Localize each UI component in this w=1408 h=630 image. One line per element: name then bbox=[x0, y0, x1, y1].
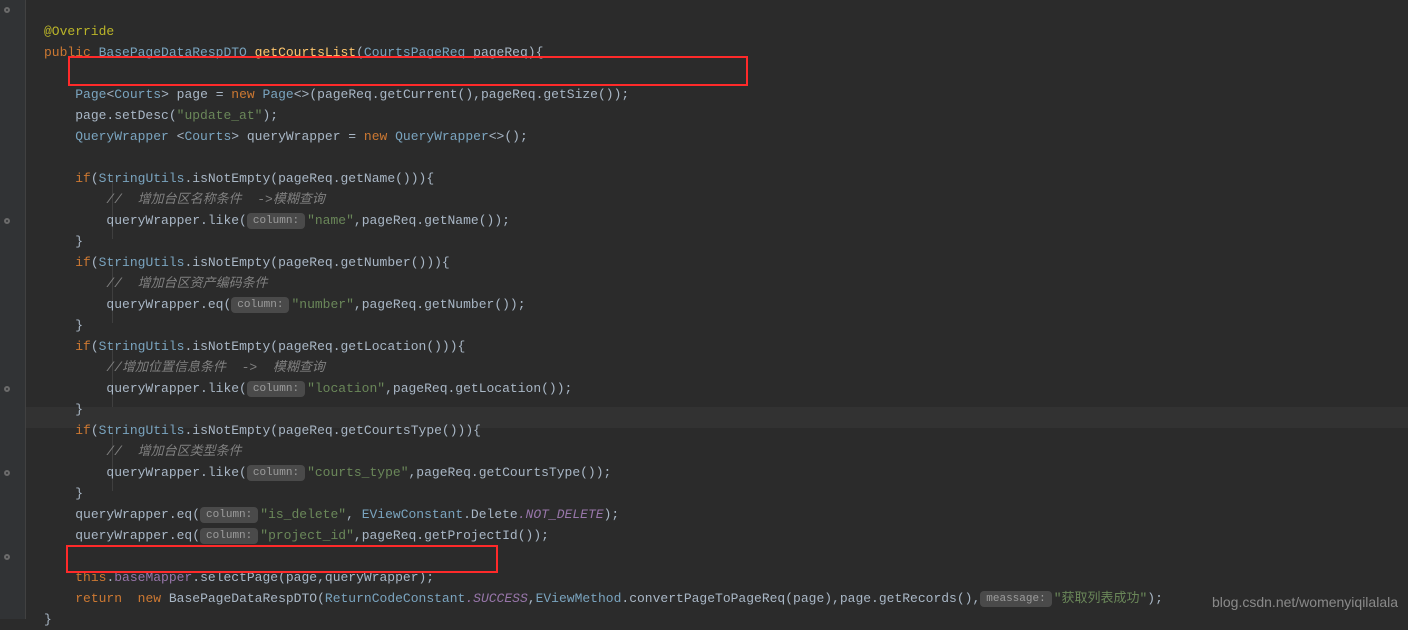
kw-new: new bbox=[231, 87, 254, 102]
watermark-text: blog.csdn.net/womenyiqilalala bbox=[1212, 592, 1398, 613]
var-qw: queryWrapper bbox=[247, 129, 341, 144]
cond-name: (pageReq.getName())){ bbox=[270, 171, 434, 186]
param-hint-column: column: bbox=[200, 528, 258, 544]
param-hint-column: column: bbox=[247, 213, 305, 229]
param-hint-column: column: bbox=[247, 465, 305, 481]
param-name: pageReq bbox=[473, 45, 528, 60]
brace-open: { bbox=[536, 45, 544, 60]
type-querywrapper: QueryWrapper bbox=[75, 129, 169, 144]
param-hint-column: column: bbox=[231, 297, 289, 313]
cond-courtstype: (pageReq.getCourtsType())){ bbox=[270, 423, 481, 438]
param-hint-column: column: bbox=[200, 507, 258, 523]
comment-name: // 增加台区名称条件 ->模糊查询 bbox=[106, 192, 324, 207]
str-number: "number" bbox=[291, 297, 353, 312]
kw-if: if bbox=[75, 171, 91, 186]
var-page: page bbox=[177, 87, 208, 102]
str-location: "location" bbox=[307, 381, 385, 396]
type-eviewmethod: EViewMethod bbox=[536, 591, 622, 606]
like-ctype-args: ,pageReq.getCourtsType()); bbox=[409, 465, 612, 480]
kw-this: this bbox=[75, 570, 106, 585]
method-close-brace: } bbox=[44, 612, 52, 627]
editor-gutter bbox=[0, 0, 26, 619]
str-courtstype: "courts_type" bbox=[307, 465, 408, 480]
like-location-args: ,pageReq.getLocation()); bbox=[385, 381, 572, 396]
kw-public: public bbox=[44, 45, 91, 60]
str-isdelete: "is_delete" bbox=[260, 507, 346, 522]
const-notdelete: .NOT_DELETE bbox=[518, 507, 604, 522]
kw-return: return bbox=[75, 591, 122, 606]
selectpage-call: .selectPage(page,queryWrapper); bbox=[192, 570, 434, 585]
type-eviewconstant: EViewConstant bbox=[362, 507, 463, 522]
type-page: Page bbox=[75, 87, 106, 102]
type-courts: Courts bbox=[114, 87, 161, 102]
comment-location: //增加位置信息条件 -> 模糊查询 bbox=[106, 360, 324, 375]
brace-close: } bbox=[75, 234, 83, 249]
param-hint-meassage: meassage: bbox=[980, 591, 1051, 607]
eq-number-args: ,pageReq.getNumber()); bbox=[354, 297, 526, 312]
comment-number: // 增加台区资产编码条件 bbox=[106, 276, 267, 291]
param-type: CourtsPageReq bbox=[364, 45, 465, 60]
cond-location: (pageReq.getLocation())){ bbox=[270, 339, 465, 354]
qw-ctor: <>(); bbox=[489, 129, 528, 144]
method-name: getCourtsList bbox=[255, 45, 356, 60]
param-hint-column: column: bbox=[247, 381, 305, 397]
type-resp: BasePageDataRespDTO bbox=[99, 45, 247, 60]
setdesc-call: page.setDesc( bbox=[75, 108, 176, 123]
str-update-at: "update_at" bbox=[177, 108, 263, 123]
eq-projectid-args: ,pageReq.getProjectId()); bbox=[354, 528, 549, 543]
cond-number: (pageReq.getNumber())){ bbox=[270, 255, 449, 270]
const-success: .SUCCESS bbox=[465, 591, 527, 606]
str-success-msg: "获取列表成功" bbox=[1054, 591, 1148, 606]
annotation: @Override bbox=[44, 24, 114, 39]
code-editor[interactable]: @Override public BasePageDataRespDTO get… bbox=[26, 0, 1163, 630]
comment-courtstype: // 增加台区类型条件 bbox=[106, 444, 241, 459]
field-basemapper: baseMapper bbox=[114, 570, 192, 585]
convert-call: .convertPageToPageReq(page),page.getReco… bbox=[621, 591, 980, 606]
page-ctor: <>(pageReq.getCurrent(),pageReq.getSize(… bbox=[294, 87, 629, 102]
like-name-args: ,pageReq.getName()); bbox=[354, 213, 510, 228]
str-projectid: "project_id" bbox=[260, 528, 354, 543]
type-stringutils: StringUtils bbox=[99, 171, 185, 186]
type-returncode: ReturnCodeConstant bbox=[325, 591, 465, 606]
str-name: "name" bbox=[307, 213, 354, 228]
